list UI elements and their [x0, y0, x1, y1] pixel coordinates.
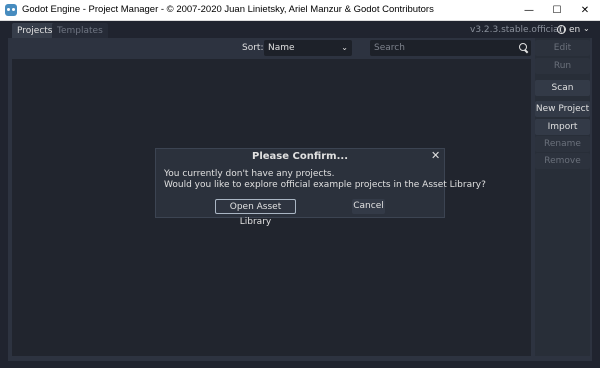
dialog-message-line1: You currently don't have any projects. — [164, 169, 335, 179]
import-button[interactable]: Import — [535, 119, 590, 135]
chevron-down-icon[interactable]: ⌄ — [583, 24, 590, 33]
run-button[interactable]: Run — [535, 58, 590, 74]
side-button-column: Edit Run Scan New Project Import Rename … — [535, 38, 590, 356]
globe-icon[interactable] — [557, 25, 566, 34]
rename-button[interactable]: Rename — [535, 136, 590, 152]
close-icon[interactable]: ✕ — [431, 149, 440, 162]
project-manager-window: Godot Engine - Project Manager - © 2007-… — [0, 0, 600, 368]
search-icon — [519, 43, 527, 51]
scan-button[interactable]: Scan — [535, 80, 590, 96]
window-title: Godot Engine - Project Manager - © 2007-… — [22, 4, 434, 15]
cancel-button[interactable]: Cancel — [352, 199, 385, 214]
edit-button[interactable]: Edit — [535, 40, 590, 56]
maximize-button[interactable]: ☐ — [543, 0, 571, 20]
version-label: v3.2.3.stable.official — [470, 25, 562, 35]
godot-logo-icon — [5, 4, 17, 16]
dialog-message-line2: Would you like to explore official examp… — [164, 180, 486, 190]
new-project-button[interactable]: New Project — [535, 101, 590, 117]
search-input[interactable] — [370, 40, 531, 56]
sort-label: Sort: — [242, 43, 264, 53]
minimize-button[interactable]: — — [515, 0, 543, 20]
remove-button[interactable]: Remove — [535, 153, 590, 169]
title-bar: Godot Engine - Project Manager - © 2007-… — [0, 0, 600, 21]
dialog-title: Please Confirm... — [252, 151, 348, 162]
close-window-button[interactable]: ✕ — [571, 0, 599, 20]
language-selector[interactable]: en — [569, 25, 580, 35]
confirm-dialog: Please Confirm... ✕ You currently don't … — [155, 148, 486, 227]
sort-dropdown[interactable]: Name ⌄ — [264, 40, 352, 56]
chevron-down-icon: ⌄ — [341, 43, 348, 52]
sort-value: Name — [268, 43, 295, 53]
open-asset-library-button[interactable]: Open Asset Library — [215, 199, 296, 227]
